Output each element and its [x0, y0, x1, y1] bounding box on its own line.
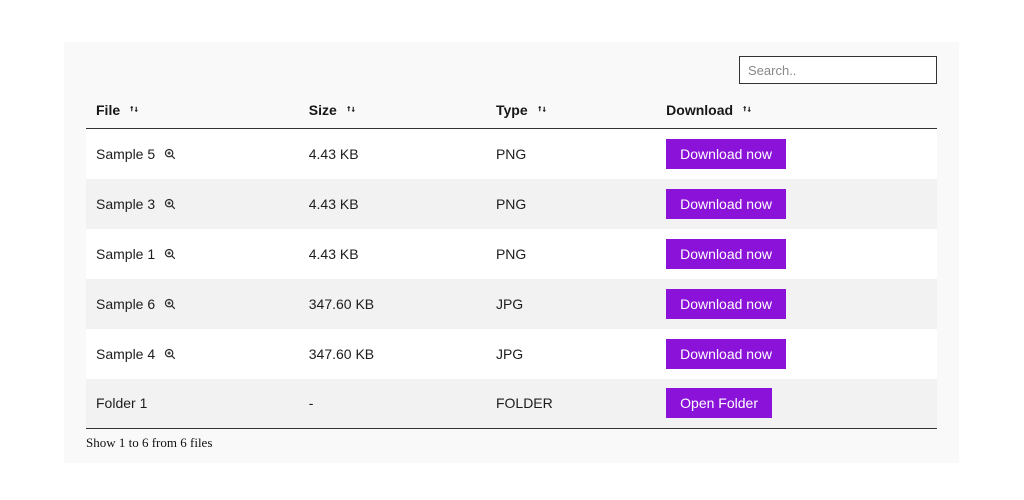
magnify-icon[interactable] [163, 197, 177, 211]
column-header-type-label: Type [496, 102, 528, 118]
column-header-file[interactable]: File [86, 94, 299, 129]
sort-icon [741, 103, 753, 115]
cell-file: Folder 1 [86, 379, 299, 429]
cell-action: Download now [656, 279, 937, 329]
cell-action: Download now [656, 329, 937, 379]
cell-size: 4.43 KB [299, 179, 486, 229]
magnify-icon[interactable] [163, 347, 177, 361]
column-header-type[interactable]: Type [486, 94, 656, 129]
file-name: Folder 1 [96, 395, 147, 411]
cell-type: JPG [486, 329, 656, 379]
file-name: Sample 6 [96, 296, 155, 312]
cell-type: PNG [486, 129, 656, 179]
sort-icon [345, 103, 357, 115]
cell-action: Download now [656, 129, 937, 179]
file-table: File Size [86, 94, 937, 429]
table-row: Sample 4 347.60 KB JPG Download now [86, 329, 937, 379]
file-name: Sample 1 [96, 246, 155, 262]
download-button[interactable]: Download now [666, 239, 786, 269]
cell-action: Download now [656, 229, 937, 279]
file-name: Sample 5 [96, 146, 155, 162]
open-folder-button[interactable]: Open Folder [666, 388, 772, 418]
cell-size: 347.60 KB [299, 329, 486, 379]
column-header-download-label: Download [666, 102, 733, 118]
magnify-icon[interactable] [163, 247, 177, 261]
download-button[interactable]: Download now [666, 289, 786, 319]
cell-type: PNG [486, 179, 656, 229]
cell-type: FOLDER [486, 379, 656, 429]
column-header-size[interactable]: Size [299, 94, 486, 129]
cell-file: Sample 4 [86, 329, 299, 379]
table-row: Folder 1 - FOLDER Open Folder [86, 379, 937, 429]
cell-type: JPG [486, 279, 656, 329]
table-row: Sample 1 4.43 KB PNG Download now [86, 229, 937, 279]
cell-file: Sample 3 [86, 179, 299, 229]
table-row: Sample 6 347.60 KB JPG Download now [86, 279, 937, 329]
cell-file: Sample 5 [86, 129, 299, 179]
magnify-icon[interactable] [163, 147, 177, 161]
search-input[interactable] [739, 56, 937, 84]
magnify-icon[interactable] [163, 297, 177, 311]
sort-icon [128, 103, 140, 115]
column-header-file-label: File [96, 102, 120, 118]
cell-size: 4.43 KB [299, 229, 486, 279]
cell-size: - [299, 379, 486, 429]
cell-size: 4.43 KB [299, 129, 486, 179]
download-button[interactable]: Download now [666, 139, 786, 169]
cell-file: Sample 6 [86, 279, 299, 329]
file-name: Sample 4 [96, 346, 155, 362]
file-name: Sample 3 [96, 196, 155, 212]
table-header-row: File Size [86, 94, 937, 129]
download-button[interactable]: Download now [666, 189, 786, 219]
table-row: Sample 5 4.43 KB PNG Download now [86, 129, 937, 179]
cell-type: PNG [486, 229, 656, 279]
sort-icon [536, 103, 548, 115]
cell-file: Sample 1 [86, 229, 299, 279]
cell-size: 347.60 KB [299, 279, 486, 329]
table-row: Sample 3 4.43 KB PNG Download now [86, 179, 937, 229]
cell-action: Open Folder [656, 379, 937, 429]
pagination-summary: Show 1 to 6 from 6 files [86, 435, 937, 451]
search-row [86, 56, 937, 84]
download-button[interactable]: Download now [666, 339, 786, 369]
column-header-download[interactable]: Download [656, 94, 937, 129]
cell-action: Download now [656, 179, 937, 229]
column-header-size-label: Size [309, 102, 337, 118]
file-list-panel: File Size [64, 42, 959, 463]
